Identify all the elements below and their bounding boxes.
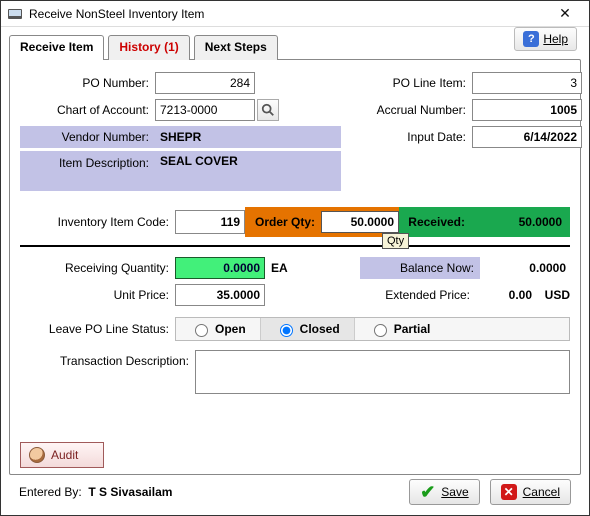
po-line-label: PO Line Item:: [357, 72, 472, 94]
cancel-button[interactable]: ✕ Cancel: [490, 479, 571, 505]
po-line-status-group: Open Closed Partial: [175, 317, 570, 341]
status-open-option[interactable]: Open: [176, 318, 261, 340]
separator: [20, 245, 570, 247]
po-line-status-label: Leave PO Line Status:: [20, 318, 175, 340]
input-date-input[interactable]: [472, 126, 582, 148]
cancel-label: Cancel: [523, 485, 560, 499]
tab-label: Next Steps: [205, 40, 267, 54]
status-partial-option[interactable]: Partial: [355, 318, 445, 340]
help-label: Help: [543, 32, 568, 46]
titlebar: Receive NonSteel Inventory Item ✕: [1, 1, 589, 27]
coa-input[interactable]: [155, 99, 255, 121]
unit-price-input[interactable]: [175, 284, 265, 306]
item-description-value: SEAL COVER: [155, 151, 341, 191]
vendor-number-value: SHEPR: [155, 126, 341, 148]
close-icon: ✕: [501, 484, 517, 500]
status-closed-label: Closed: [300, 322, 340, 336]
tab-receive-item[interactable]: Receive Item: [9, 35, 104, 60]
close-button[interactable]: ✕: [545, 3, 585, 25]
vendor-number-label: Vendor Number:: [20, 126, 155, 148]
audit-label: Audit: [51, 448, 78, 462]
entered-by: Entered By: T S Sivasailam: [19, 485, 172, 499]
window-title: Receive NonSteel Inventory Item: [29, 7, 545, 21]
window-frame: Receive NonSteel Inventory Item ✕ 47 Rec…: [0, 0, 590, 516]
status-open-radio[interactable]: [195, 324, 208, 337]
received-label: Received:: [399, 207, 471, 237]
unit-price-label: Unit Price:: [20, 284, 175, 306]
tab-label: History (1): [119, 40, 178, 54]
balance-now-label: Balance Now:: [360, 257, 480, 279]
accrual-input[interactable]: [472, 99, 582, 121]
check-icon: ✔: [420, 483, 435, 501]
entered-by-label: Entered By:: [19, 485, 82, 499]
extended-price-label: Extended Price:: [356, 284, 476, 306]
status-closed-radio[interactable]: [280, 324, 293, 337]
help-icon: ?: [523, 31, 539, 47]
status-partial-label: Partial: [394, 322, 431, 336]
tab-history[interactable]: History (1): [108, 35, 189, 60]
transaction-description-input[interactable]: [195, 350, 570, 394]
receive-panel: PO Number: Chart of Account: Vendor Numb…: [9, 59, 581, 475]
search-icon: [261, 103, 275, 117]
extended-price-value: 0.00: [476, 284, 536, 306]
receiving-qty-input[interactable]: [175, 257, 265, 279]
app-icon: [7, 6, 23, 22]
inventory-item-code-label: Inventory Item Code:: [20, 207, 175, 237]
item-description-label: Item Description:: [20, 151, 155, 191]
balance-now-value: 0.0000: [480, 257, 570, 279]
inventory-item-code-input[interactable]: [175, 210, 245, 234]
uom-label: EA: [265, 261, 295, 275]
status-closed-option[interactable]: Closed: [261, 318, 355, 340]
po-number-input[interactable]: [155, 72, 255, 94]
po-number-label: PO Number:: [20, 72, 155, 94]
accrual-label: Accrual Number:: [357, 99, 472, 121]
receiving-qty-label: Receiving Quantity:: [20, 257, 175, 279]
input-date-label: Input Date:: [357, 126, 472, 148]
currency-label: USD: [536, 288, 570, 302]
coa-label: Chart of Account:: [20, 99, 155, 121]
help-button[interactable]: ? Help: [514, 27, 577, 51]
order-qty-label: Order Qty:: [249, 207, 321, 237]
tab-label: Receive Item: [20, 40, 93, 54]
audit-button[interactable]: Audit: [20, 442, 104, 468]
transaction-description-label: Transaction Description:: [20, 350, 195, 372]
status-open-label: Open: [215, 322, 246, 336]
save-label: Save: [441, 485, 468, 499]
po-line-input[interactable]: [472, 72, 582, 94]
order-qty-value: 50.0000: [321, 211, 399, 233]
received-value: 50.0000: [471, 211, 570, 233]
entered-by-value: T S Sivasailam: [88, 485, 172, 499]
audit-icon: [29, 447, 45, 463]
tab-next-steps[interactable]: Next Steps: [194, 35, 278, 60]
footer: Entered By: T S Sivasailam ✔ Save ✕ Canc…: [9, 475, 581, 509]
status-partial-radio[interactable]: [374, 324, 387, 337]
coa-lookup-button[interactable]: [257, 99, 279, 121]
tab-strip: Receive Item History (1) Next Steps: [9, 35, 278, 59]
save-button[interactable]: ✔ Save: [409, 479, 479, 505]
